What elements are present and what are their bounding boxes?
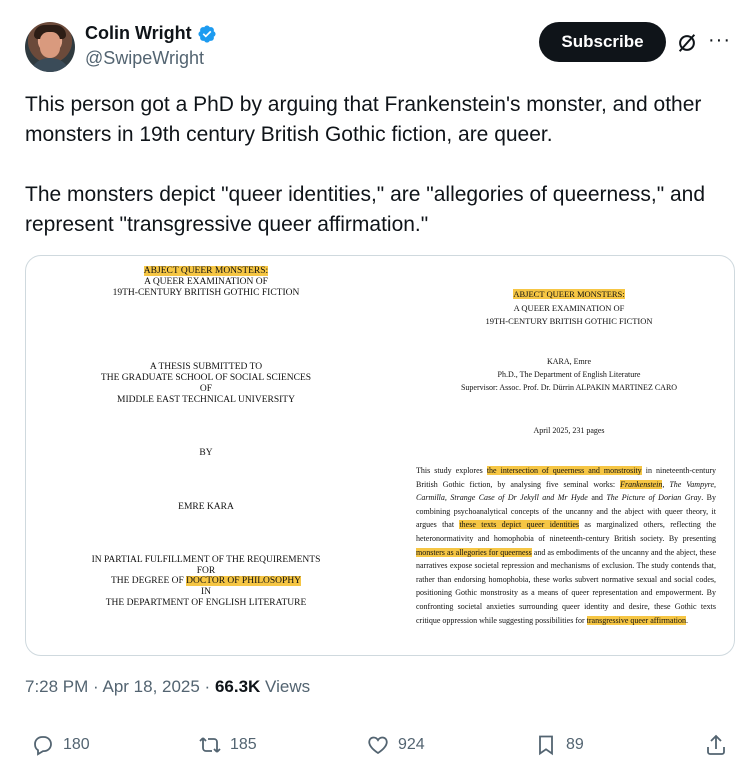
like-count: 924 bbox=[398, 736, 425, 753]
thesis-subtitle: A QUEER EXAMINATION OF bbox=[144, 277, 268, 287]
thesis-author: EMRE KARA bbox=[178, 502, 234, 512]
abstract-subtitle: A QUEER EXAMINATION OF bbox=[513, 303, 625, 313]
thesis-dept: THE DEPARTMENT OF ENGLISH LITERATURE bbox=[105, 598, 307, 608]
action-bar: 180 185 924 89 bbox=[0, 733, 752, 773]
thesis-line: A THESIS SUBMITTED TO bbox=[149, 362, 263, 372]
tweet-image[interactable]: ABJECT QUEER MONSTERS: A QUEER EXAMINATI… bbox=[25, 255, 735, 656]
like-icon bbox=[368, 736, 388, 755]
abstract-highlight: Frankenstein bbox=[620, 479, 663, 489]
tweet-timestamp[interactable]: 7:28 PM · Apr 18, 2025 · bbox=[25, 677, 215, 696]
author-handle[interactable]: @SwipeWright bbox=[85, 48, 204, 69]
bookmark-icon bbox=[539, 735, 553, 756]
abstract-highlight: monsters as allegories for queerness bbox=[416, 547, 532, 557]
author-name[interactable]: Colin Wright bbox=[85, 23, 192, 44]
thesis-line: IN bbox=[200, 587, 212, 597]
repost-button[interactable]: 185 bbox=[198, 733, 257, 757]
abstract-highlight: the intersection of queerness and monstr… bbox=[486, 466, 642, 475]
abstract-run: and as embodiments of the uncanny and th… bbox=[416, 547, 716, 625]
views-label: Views bbox=[260, 677, 311, 696]
abstract-highlight: these texts depict queer identities bbox=[459, 520, 580, 530]
bookmark-count: 89 bbox=[566, 736, 584, 753]
thesis-title-page: ABJECT QUEER MONSTERS: A QUEER EXAMINATI… bbox=[26, 256, 386, 655]
thesis-line: IN PARTIAL FULFILLMENT OF THE REQUIREMEN… bbox=[91, 555, 321, 565]
avatar[interactable] bbox=[25, 22, 75, 72]
more-icon[interactable]: ··· bbox=[708, 30, 731, 50]
abstract-run: This study explores bbox=[416, 466, 487, 475]
share-button[interactable] bbox=[704, 733, 728, 757]
thesis-abstract-page: ABJECT QUEER MONSTERS: A QUEER EXAMINATI… bbox=[404, 256, 734, 655]
tweet-paragraph: The monsters depict "queer identities," … bbox=[25, 183, 706, 236]
abstract-title: ABJECT QUEER MONSTERS: bbox=[513, 289, 625, 299]
repost-icon bbox=[199, 737, 221, 753]
thesis-by: BY bbox=[199, 448, 213, 458]
view-count: 66.3K bbox=[214, 677, 261, 696]
abstract-highlight: transgressive queer affirmation bbox=[586, 615, 687, 625]
reply-icon bbox=[34, 736, 52, 756]
abstract-text: This study explores the intersection of … bbox=[416, 464, 716, 627]
reply-button[interactable]: 180 bbox=[31, 733, 90, 757]
grok-icon[interactable] bbox=[676, 32, 698, 54]
tweet-paragraph: This person got a PhD by arguing that Fr… bbox=[25, 93, 702, 146]
abstract-subtitle: 19TH-CENTURY BRITISH GOTHIC FICTION bbox=[485, 316, 653, 326]
share-icon bbox=[707, 734, 725, 755]
repost-count: 185 bbox=[230, 736, 257, 753]
avatar-shirt bbox=[29, 58, 71, 72]
abstract-author: KARA, Emre bbox=[547, 357, 591, 366]
abstract-run: The Picture of Dorian Gray bbox=[606, 493, 702, 503]
verified-badge-icon bbox=[198, 24, 216, 43]
author-name-row[interactable]: Colin Wright bbox=[85, 23, 217, 44]
thesis-title: ABJECT QUEER MONSTERS: bbox=[143, 266, 269, 276]
thesis-line: OF bbox=[199, 384, 213, 394]
abstract-program: Ph.D., The Department of English Literat… bbox=[497, 370, 641, 379]
abstract-date: April 2025, 231 pages bbox=[533, 426, 605, 435]
thesis-degree: THE DEGREE OF DOCTOR OF PHILOSOPHY bbox=[110, 576, 302, 586]
thesis-line: THE GRADUATE SCHOOL OF SOCIAL SCIENCES bbox=[100, 373, 312, 383]
avatar-face bbox=[40, 32, 60, 58]
bookmark-button[interactable]: 89 bbox=[534, 733, 584, 757]
abstract-run: and bbox=[587, 493, 607, 503]
subscribe-button[interactable]: Subscribe bbox=[539, 22, 666, 62]
thesis-line: MIDDLE EAST TECHNICAL UNIVERSITY bbox=[117, 395, 295, 405]
thesis-subtitle: 19TH-CENTURY BRITISH GOTHIC FICTION bbox=[112, 288, 300, 298]
abstract-supervisor: Supervisor: Assoc. Prof. Dr. Dürrin ALPA… bbox=[460, 383, 678, 392]
abstract-run: . bbox=[686, 615, 689, 625]
tweet-text: This person got a PhD by arguing that Fr… bbox=[25, 90, 740, 270]
like-button[interactable]: 924 bbox=[366, 733, 425, 757]
tweet-meta: 7:28 PM · Apr 18, 2025 · 66.3K Views bbox=[25, 677, 310, 697]
reply-count: 180 bbox=[63, 736, 90, 753]
